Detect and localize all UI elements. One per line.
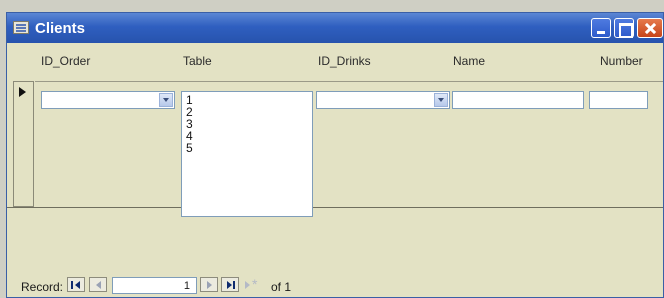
close-button[interactable] <box>637 18 663 38</box>
label-id-drinks: ID_Drinks <box>318 54 371 68</box>
record-count: of 1 <box>271 280 292 294</box>
form-header: ID_Order Table ID_Drinks Name Number <box>7 43 663 81</box>
title-bar[interactable]: Clients <box>7 13 663 43</box>
chevron-down-icon[interactable] <box>434 93 448 107</box>
list-item[interactable]: 1 <box>186 94 312 106</box>
table-listbox[interactable]: 1 2 3 4 5 <box>181 91 313 217</box>
id-order-combobox[interactable] <box>41 91 175 109</box>
minimize-button[interactable] <box>591 18 611 38</box>
record-navigation-bar: Record: 1 of 1 <box>7 271 663 297</box>
list-item[interactable]: 4 <box>186 130 312 142</box>
list-item[interactable]: 3 <box>186 118 312 130</box>
list-item[interactable]: 2 <box>186 106 312 118</box>
id-drinks-combobox[interactable] <box>316 91 450 109</box>
name-field[interactable] <box>452 91 584 109</box>
last-record-button[interactable] <box>221 277 239 292</box>
record-selector[interactable] <box>13 81 34 207</box>
form-icon <box>13 21 29 34</box>
label-table: Table <box>183 54 212 68</box>
label-name: Name <box>453 54 486 68</box>
record-label: Record: <box>21 280 64 294</box>
first-record-button[interactable] <box>67 277 85 292</box>
previous-record-button[interactable] <box>89 277 107 292</box>
label-id-order: ID_Order <box>41 54 91 68</box>
label-number: Number <box>600 54 643 68</box>
list-item[interactable]: 5 <box>186 142 312 154</box>
form-detail: 1 2 3 4 5 <box>7 81 663 217</box>
next-record-button[interactable] <box>200 277 218 292</box>
current-record-input[interactable]: 1 <box>112 277 197 294</box>
chevron-down-icon[interactable] <box>159 93 173 107</box>
window-title: Clients <box>35 20 86 37</box>
clients-form-window: Clients ID_Order Table ID_Drinks Name Nu… <box>6 12 664 298</box>
current-record-arrow-icon <box>19 87 26 97</box>
row-divider <box>35 81 663 82</box>
maximize-button[interactable] <box>614 18 634 38</box>
new-record-button[interactable] <box>242 276 262 292</box>
number-field[interactable] <box>589 91 648 109</box>
